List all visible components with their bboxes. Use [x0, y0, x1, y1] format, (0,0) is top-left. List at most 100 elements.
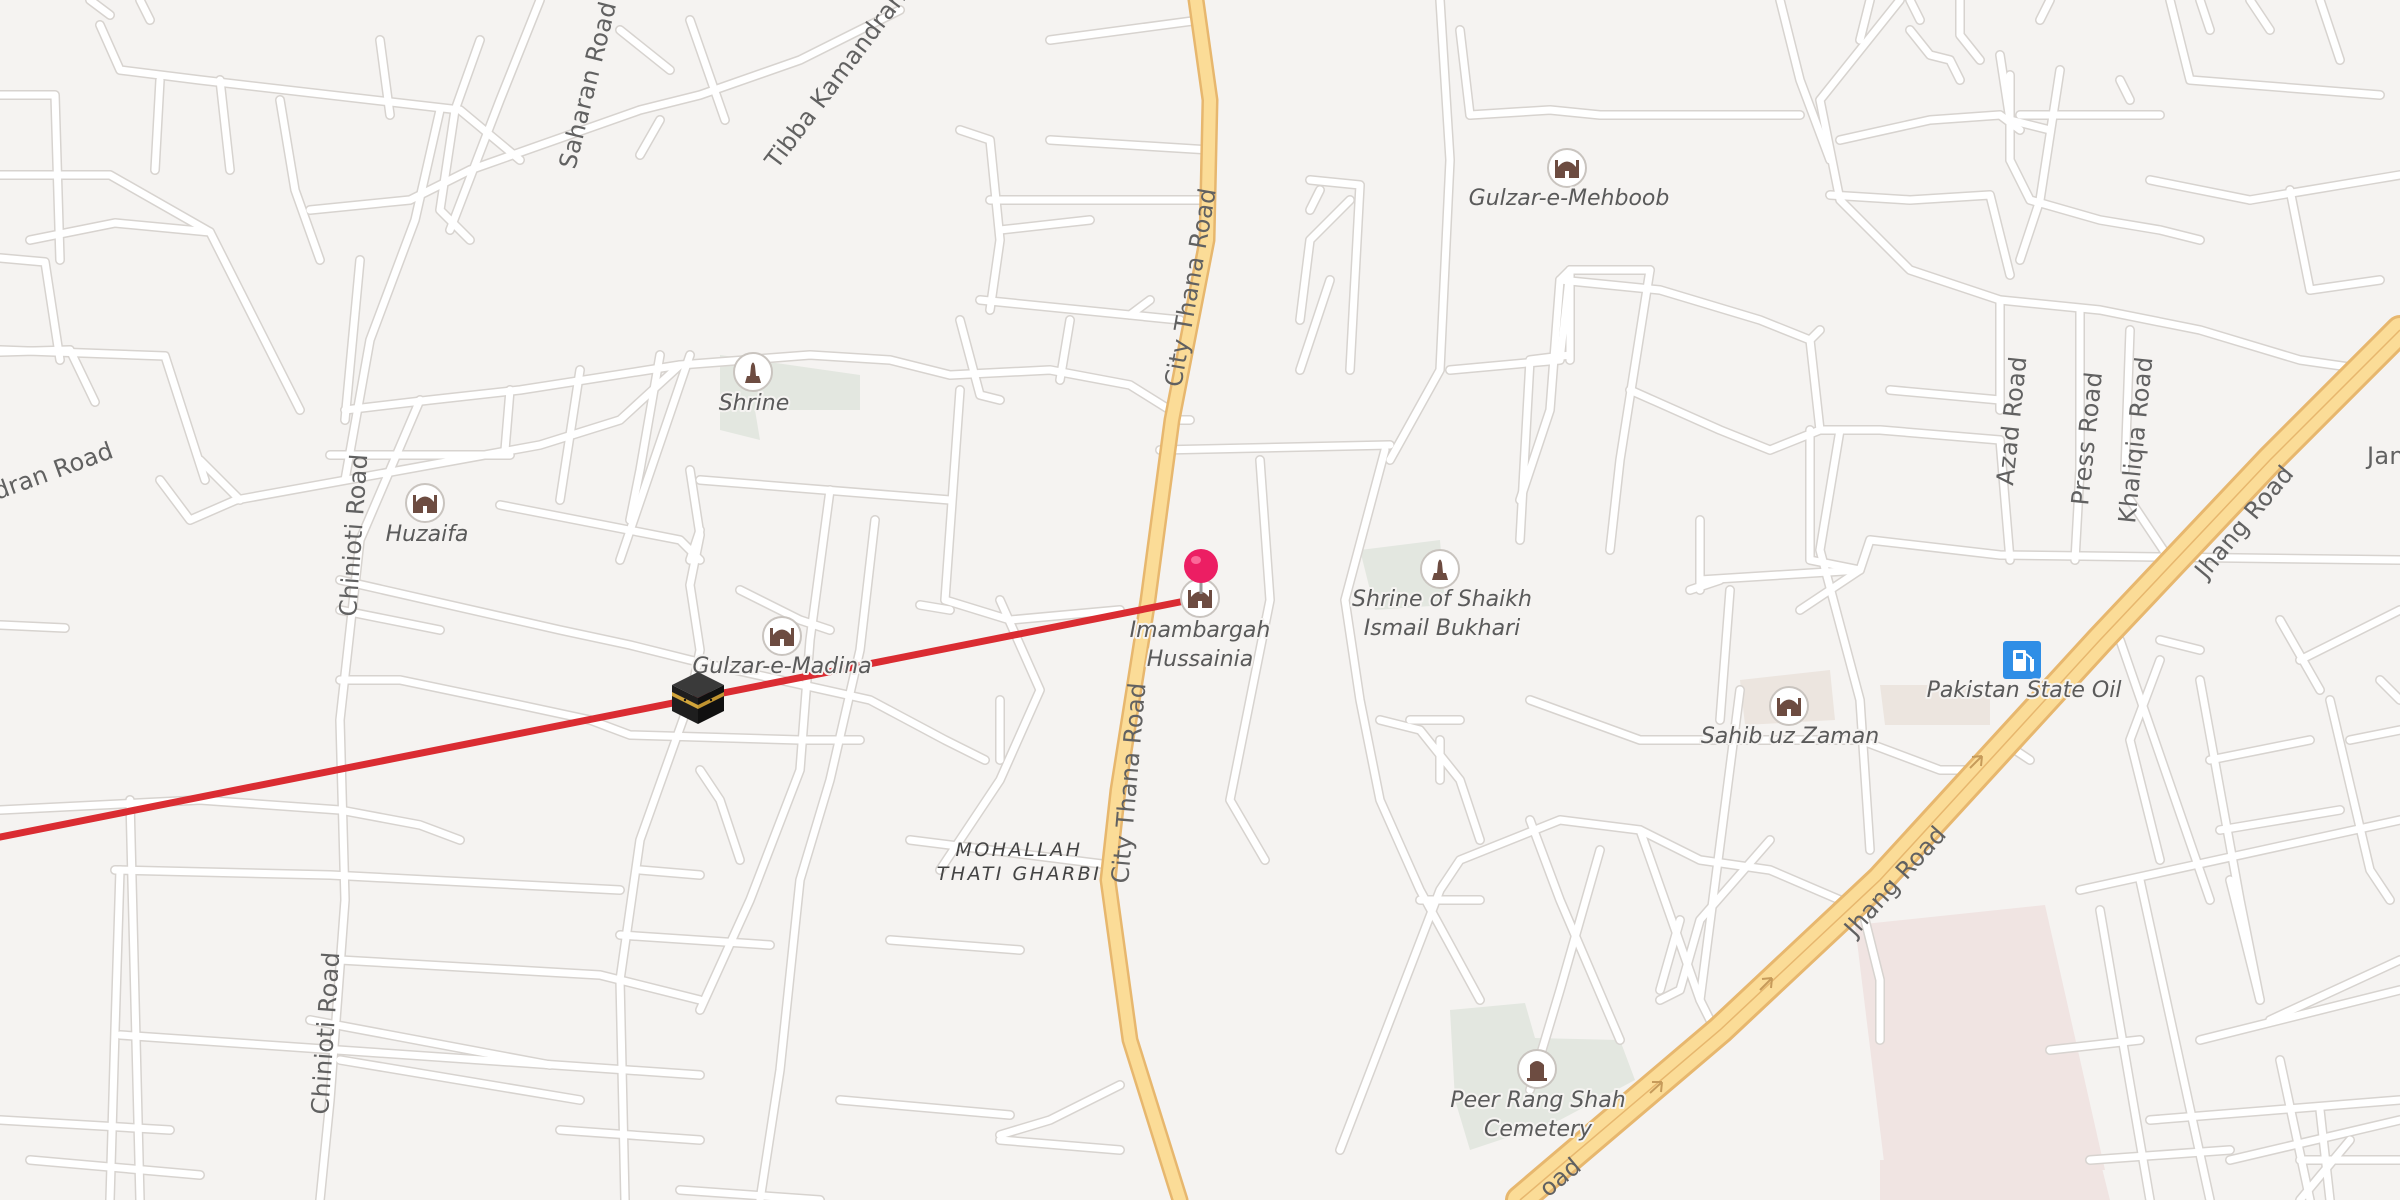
street[interactable]: [686, 16, 729, 124]
street[interactable]: [696, 486, 834, 1014]
street[interactable]: [151, 76, 164, 174]
street[interactable]: [2036, 66, 2064, 204]
street[interactable]: [996, 1136, 1124, 1154]
poi-label-huzaifa[interactable]: Huzaifa: [384, 520, 471, 549]
street[interactable]: [1386, 0, 1454, 464]
street[interactable]: [636, 866, 704, 879]
street[interactable]: [2206, 736, 2314, 764]
street[interactable]: [1606, 266, 1654, 554]
poi-label-shrine[interactable]: Shrine: [717, 389, 792, 418]
fuel-station-icon[interactable]: [2003, 641, 2041, 679]
street[interactable]: [0, 1116, 174, 1134]
street-casing: [695, 485, 835, 1015]
street-casing: [1815, 0, 2375, 375]
street[interactable]: [2196, 0, 2214, 34]
street[interactable]: [1626, 386, 1824, 454]
street[interactable]: [1826, 191, 2014, 279]
street[interactable]: [2016, 196, 2044, 264]
poi-label-imambargah[interactable]: Imambargah: [1128, 616, 1273, 645]
street[interactable]: [2116, 76, 2134, 104]
mosque-icon[interactable]: [1547, 148, 1587, 188]
street[interactable]: [616, 26, 674, 74]
street[interactable]: [2316, 0, 2344, 64]
street[interactable]: [2246, 171, 2400, 204]
pink-area: [1855, 905, 2105, 1170]
street[interactable]: [126, 796, 144, 1200]
map-canvas[interactable]: City Thana Road City Thana Road Chinioti…: [0, 0, 2400, 1200]
street[interactable]: [616, 466, 704, 1200]
street-casing: [940, 385, 1125, 625]
poi-label-shrine-shaikh[interactable]: Shrine of Shaikh: [1350, 585, 1534, 614]
street[interactable]: [1806, 336, 1824, 434]
street[interactable]: [996, 216, 1094, 234]
street[interactable]: [1906, 0, 1924, 24]
street[interactable]: [2346, 726, 2400, 744]
street[interactable]: [2036, 0, 2054, 24]
street[interactable]: [2146, 176, 2254, 204]
street[interactable]: [2226, 1116, 2400, 1164]
street[interactable]: [2306, 276, 2384, 294]
street[interactable]: [1836, 111, 2024, 144]
street[interactable]: [1816, 426, 1874, 854]
poi-label-gulzar-mehboob[interactable]: Gulzar-e-Mehboob: [1467, 184, 1672, 213]
street[interactable]: [941, 386, 1124, 624]
street[interactable]: [1656, 916, 1684, 994]
street[interactable]: [1156, 441, 1394, 454]
street[interactable]: [886, 936, 1024, 954]
street[interactable]: [676, 1186, 824, 1200]
poi-label-pso[interactable]: Pakistan State Oil: [1925, 676, 2124, 705]
street[interactable]: [1046, 16, 1204, 44]
road-label-tibba-kamandran: Tibba Kamandran Road: [759, 0, 954, 174]
mosque-icon[interactable]: [405, 483, 445, 523]
street[interactable]: [1046, 136, 1214, 154]
street[interactable]: [556, 1126, 704, 1144]
poi-label-gulzar-madina[interactable]: Gulzar-e-Madina: [690, 652, 873, 681]
street-casing: [1825, 190, 2015, 280]
street[interactable]: [636, 116, 664, 159]
street[interactable]: [916, 601, 954, 614]
street[interactable]: [1516, 351, 1574, 544]
street[interactable]: [2156, 636, 2204, 654]
area-label-thati-gharbi: THATI GHARBI: [937, 863, 1102, 885]
street[interactable]: [2196, 986, 2400, 1044]
street[interactable]: [216, 76, 234, 174]
street[interactable]: [2246, 0, 2274, 34]
street[interactable]: [1306, 186, 1324, 214]
street[interactable]: [232, 361, 684, 504]
street[interactable]: [2276, 1056, 2314, 1200]
mosque-icon[interactable]: [762, 616, 802, 656]
street[interactable]: [276, 96, 324, 264]
street[interactable]: [0, 621, 69, 632]
shrine-icon[interactable]: [1420, 549, 1460, 589]
street[interactable]: [2086, 1146, 2234, 1164]
street[interactable]: [336, 676, 864, 744]
street[interactable]: [2226, 876, 2264, 1004]
street[interactable]: [1716, 586, 1734, 724]
street[interactable]: [2296, 606, 2400, 664]
street[interactable]: [2216, 806, 2344, 834]
street[interactable]: [496, 501, 704, 564]
shrine-icon[interactable]: [733, 352, 773, 392]
street[interactable]: [616, 931, 774, 949]
street[interactable]: [836, 1096, 1014, 1119]
poi-label-peer-rang-shah[interactable]: Peer Rang Shah: [1448, 1086, 1627, 1115]
poi-label-ismail-bukhari[interactable]: Ismail Bukhari: [1362, 614, 1522, 643]
poi-label-hussainia[interactable]: Hussainia: [1145, 645, 1256, 674]
cemetery-icon[interactable]: [1517, 1049, 1557, 1089]
mosque-icon[interactable]: [1769, 686, 1809, 726]
street[interactable]: [501, 386, 514, 454]
street[interactable]: [1556, 276, 1824, 344]
poi-label-sahib-uz-zaman[interactable]: Sahib uz Zaman: [1699, 722, 1881, 751]
street[interactable]: [2286, 186, 2314, 294]
street[interactable]: [1456, 26, 1474, 119]
poi-label-cemetery[interactable]: Cemetery: [1482, 1115, 1595, 1144]
map-svg[interactable]: City Thana Road City Thana Road Chinioti…: [0, 0, 2400, 1200]
road-label-saharan: Saharan Road: [554, 0, 623, 171]
street[interactable]: [1686, 576, 1724, 594]
street[interactable]: [2316, 1106, 2334, 1200]
street[interactable]: [1956, 0, 1984, 64]
road-label-kamandran-partial: dran Road: [0, 436, 117, 505]
street[interactable]: [1906, 26, 1964, 84]
street[interactable]: [136, 0, 154, 24]
street[interactable]: [1886, 386, 2004, 404]
